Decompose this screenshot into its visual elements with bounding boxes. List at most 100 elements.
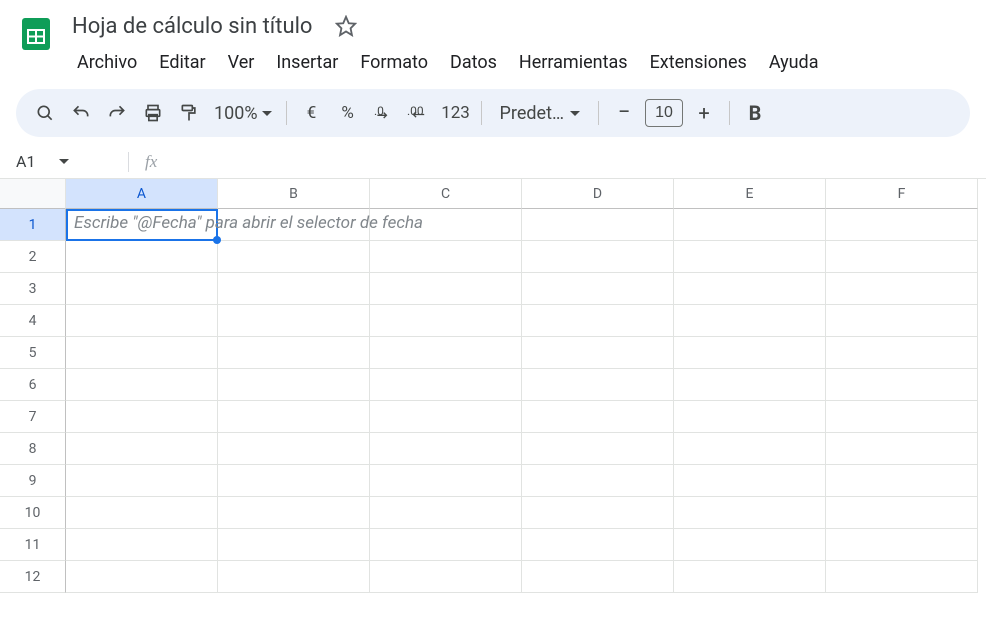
cell[interactable] xyxy=(370,241,522,273)
cell[interactable] xyxy=(674,497,826,529)
cell[interactable] xyxy=(218,497,370,529)
cell[interactable] xyxy=(674,401,826,433)
cell[interactable] xyxy=(826,209,978,241)
cell[interactable] xyxy=(674,337,826,369)
menu-datos[interactable]: Datos xyxy=(439,46,508,79)
cell[interactable] xyxy=(826,241,978,273)
star-icon[interactable] xyxy=(330,10,362,42)
cell[interactable] xyxy=(674,369,826,401)
print-icon[interactable] xyxy=(136,96,170,130)
cell[interactable] xyxy=(66,433,218,465)
font-family-dropdown[interactable]: Predet… xyxy=(490,103,590,124)
formula-input[interactable] xyxy=(163,145,986,178)
cell[interactable] xyxy=(370,369,522,401)
cell[interactable] xyxy=(674,209,826,241)
cell[interactable] xyxy=(66,369,218,401)
cell[interactable] xyxy=(674,433,826,465)
undo-icon[interactable] xyxy=(64,96,98,130)
row-header[interactable]: 5 xyxy=(0,337,66,369)
cell[interactable] xyxy=(826,465,978,497)
select-all-corner[interactable] xyxy=(0,179,66,209)
cell[interactable] xyxy=(674,273,826,305)
menu-insertar[interactable]: Insertar xyxy=(265,46,349,79)
increase-font-size-button[interactable]: + xyxy=(687,96,721,130)
cell[interactable] xyxy=(522,241,674,273)
cell[interactable] xyxy=(66,305,218,337)
row-header[interactable]: 7 xyxy=(0,401,66,433)
cell[interactable] xyxy=(370,465,522,497)
menu-extensiones[interactable]: Extensiones xyxy=(639,46,758,79)
paint-format-icon[interactable] xyxy=(172,96,206,130)
cell[interactable] xyxy=(826,273,978,305)
cell[interactable] xyxy=(218,337,370,369)
cell[interactable] xyxy=(66,401,218,433)
cell[interactable] xyxy=(66,465,218,497)
cell[interactable] xyxy=(522,529,674,561)
row-header[interactable]: 12 xyxy=(0,561,66,593)
cell[interactable] xyxy=(826,497,978,529)
cell[interactable] xyxy=(674,561,826,593)
menu-ayuda[interactable]: Ayuda xyxy=(758,46,830,79)
cell[interactable] xyxy=(522,465,674,497)
cell[interactable] xyxy=(826,369,978,401)
cell[interactable] xyxy=(674,529,826,561)
cell[interactable] xyxy=(370,561,522,593)
cell[interactable] xyxy=(66,273,218,305)
column-header[interactable]: F xyxy=(826,179,978,209)
column-header[interactable]: C xyxy=(370,179,522,209)
cell[interactable] xyxy=(522,209,674,241)
decrease-decimal-icon[interactable]: .0 xyxy=(367,96,401,130)
cell[interactable] xyxy=(826,401,978,433)
cell[interactable] xyxy=(66,497,218,529)
menu-herramientas[interactable]: Herramientas xyxy=(508,46,639,79)
font-size-input[interactable] xyxy=(645,99,683,127)
cell[interactable] xyxy=(522,369,674,401)
row-header[interactable]: 6 xyxy=(0,369,66,401)
cell[interactable] xyxy=(674,241,826,273)
cell[interactable] xyxy=(218,433,370,465)
cell[interactable] xyxy=(826,529,978,561)
sheets-logo[interactable] xyxy=(16,14,56,54)
search-icon[interactable] xyxy=(28,96,62,130)
column-header[interactable]: A xyxy=(66,179,218,209)
column-header[interactable]: B xyxy=(218,179,370,209)
cell[interactable] xyxy=(370,337,522,369)
cell[interactable] xyxy=(522,561,674,593)
cell[interactable] xyxy=(826,337,978,369)
cell[interactable] xyxy=(370,497,522,529)
cell[interactable] xyxy=(218,465,370,497)
cell[interactable] xyxy=(674,465,826,497)
cell[interactable] xyxy=(522,273,674,305)
cell[interactable] xyxy=(218,273,370,305)
menu-formato[interactable]: Formato xyxy=(349,46,439,79)
row-header[interactable]: 4 xyxy=(0,305,66,337)
cell[interactable] xyxy=(66,529,218,561)
cell[interactable] xyxy=(218,529,370,561)
cell[interactable] xyxy=(66,209,218,241)
column-header[interactable]: E xyxy=(674,179,826,209)
increase-decimal-icon[interactable]: .00 xyxy=(403,96,437,130)
name-box[interactable]: A1 xyxy=(8,152,118,171)
row-header[interactable]: 10 xyxy=(0,497,66,529)
menu-ver[interactable]: Ver xyxy=(217,46,266,79)
cell[interactable] xyxy=(826,561,978,593)
decrease-font-size-button[interactable]: − xyxy=(607,96,641,130)
row-header[interactable]: 11 xyxy=(0,529,66,561)
cell[interactable] xyxy=(522,305,674,337)
row-header[interactable]: 2 xyxy=(0,241,66,273)
menu-editar[interactable]: Editar xyxy=(148,46,216,79)
cell[interactable] xyxy=(218,209,370,241)
bold-button[interactable]: B xyxy=(738,96,772,130)
cell[interactable] xyxy=(218,305,370,337)
cell[interactable] xyxy=(218,401,370,433)
redo-icon[interactable] xyxy=(100,96,134,130)
zoom-dropdown[interactable]: 100% xyxy=(208,103,278,124)
cell[interactable] xyxy=(826,305,978,337)
row-header[interactable]: 1 xyxy=(0,209,66,241)
cell[interactable] xyxy=(826,433,978,465)
cell[interactable] xyxy=(370,433,522,465)
cell[interactable] xyxy=(370,273,522,305)
cell[interactable] xyxy=(218,369,370,401)
cell[interactable] xyxy=(370,401,522,433)
cell[interactable] xyxy=(218,241,370,273)
